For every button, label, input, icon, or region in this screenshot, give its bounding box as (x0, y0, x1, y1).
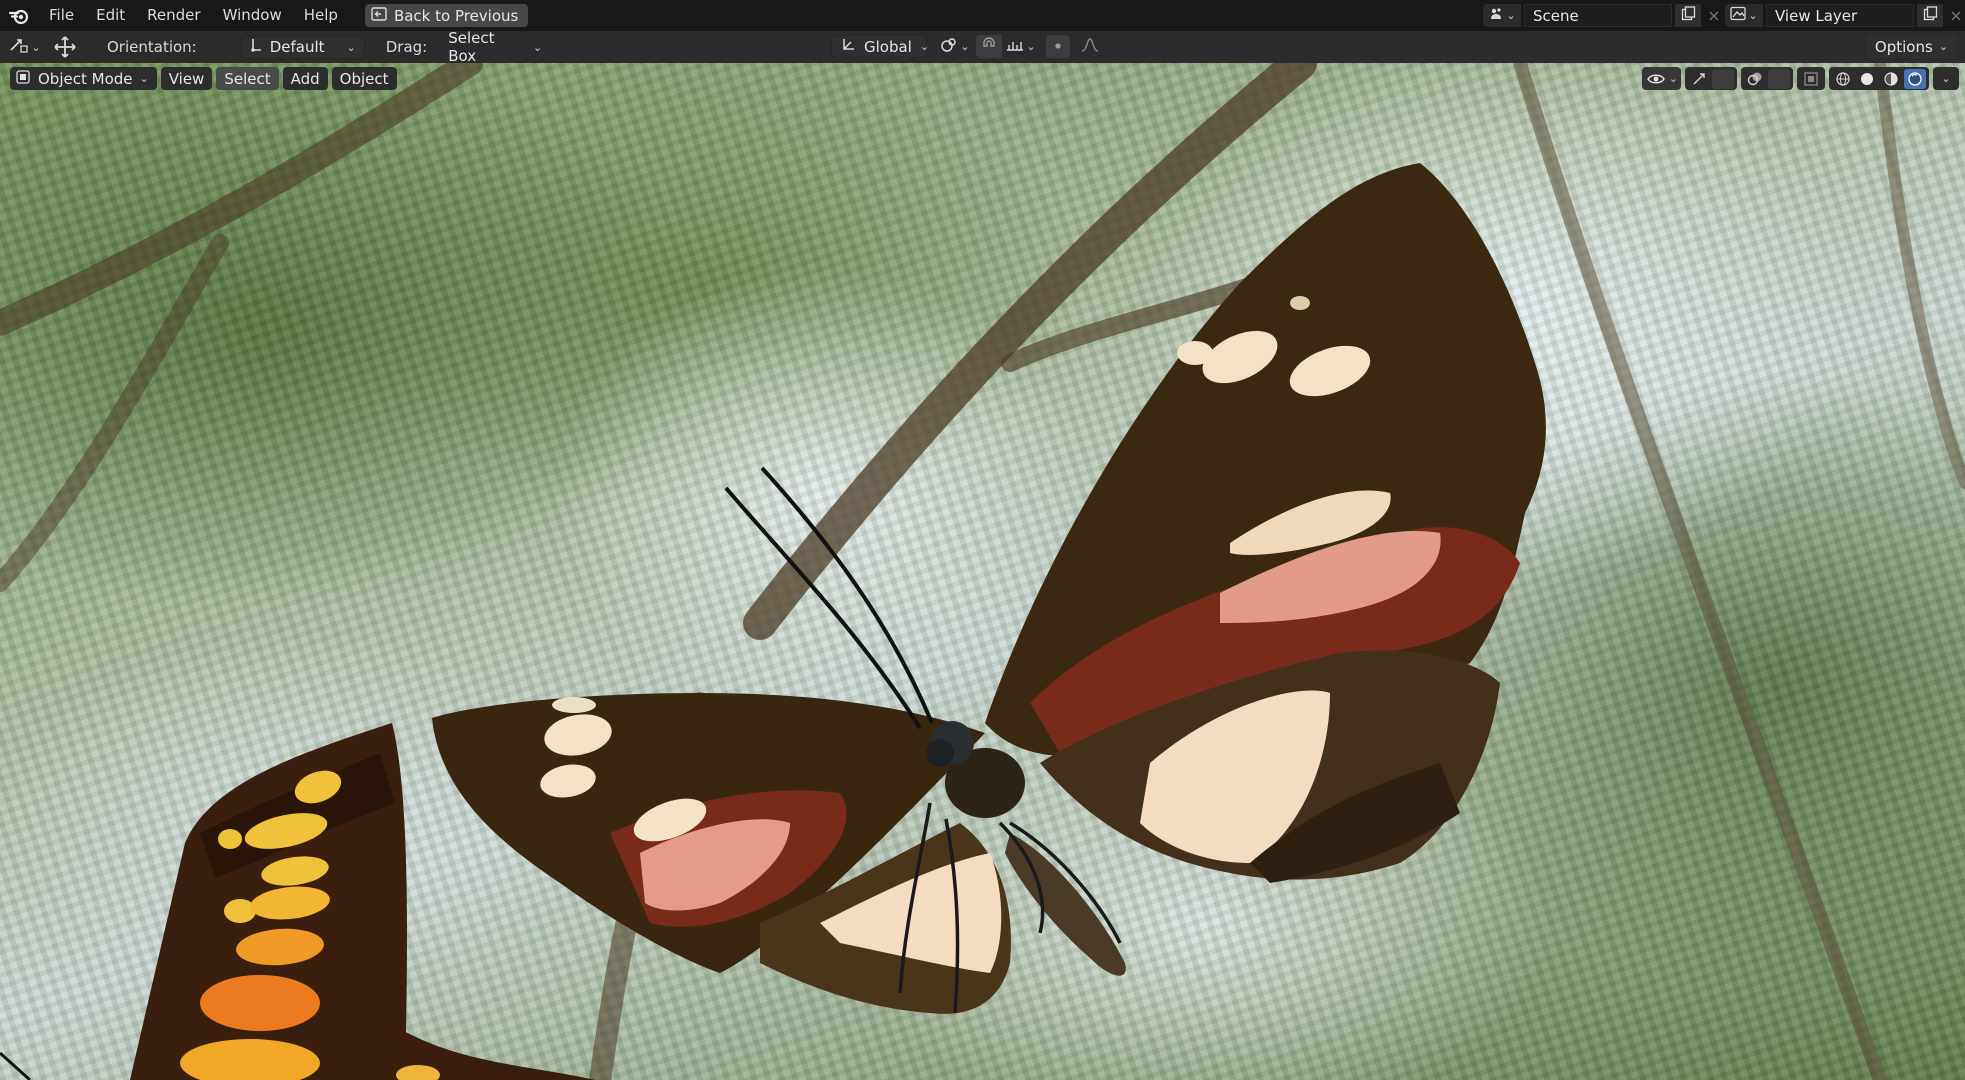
orientation-dropdown[interactable]: Default ⌄ (240, 35, 365, 59)
blender-logo-icon[interactable] (0, 0, 38, 31)
drag-label: Drag: (385, 38, 428, 56)
gizmo-toggle-group (1685, 67, 1737, 90)
pivot-point-dropdown[interactable]: ⌄ (937, 35, 973, 58)
top-bar: File Edit Render Window Help Back to Pre… (0, 0, 1965, 31)
menu-add[interactable]: Add (282, 67, 328, 90)
global-axis-icon (840, 37, 856, 57)
rendered-scene (0, 63, 1965, 1080)
viewport-header: Object Mode ⌄ View Select Add Object (10, 67, 397, 90)
move-tool-icon[interactable] (52, 36, 78, 58)
delete-view-layer-close-icon[interactable]: × (1946, 4, 1965, 27)
xray-toggle[interactable] (1797, 67, 1825, 90)
chevron-down-icon: ⌄ (1938, 40, 1948, 53)
solid-shading-icon[interactable] (1856, 69, 1878, 89)
material-preview-shading-icon[interactable] (1880, 69, 1902, 89)
back-to-previous-label: Back to Previous (393, 6, 519, 25)
chevron-down-icon: ⌄ (919, 40, 930, 53)
overlays-dropdown-icon[interactable] (1768, 68, 1790, 89)
transform-orientation-dropdown[interactable]: Global ⌄ (831, 35, 930, 58)
shading-options-dropdown[interactable]: ⌄ (1933, 67, 1959, 90)
view-layer-selector: ⌄ View Layer × (1725, 4, 1965, 27)
menu-view[interactable]: View (160, 67, 213, 90)
pivot-point-icon (940, 37, 958, 57)
proportional-falloff-dropdown[interactable] (1074, 35, 1108, 58)
chevron-down-icon: ⌄ (1026, 40, 1036, 53)
view-layer-browse-button[interactable]: ⌄ (1725, 4, 1763, 27)
menu-help[interactable]: Help (293, 0, 349, 31)
visibility-dropdown[interactable]: ⌄ (1641, 67, 1681, 90)
gizmo-dropdown-icon[interactable] (1712, 68, 1734, 89)
duplicate-icon (1681, 6, 1696, 25)
view-layer-name-field[interactable]: View Layer (1766, 4, 1914, 27)
falloff-curve-icon (1080, 37, 1102, 57)
proportional-editing-toggle[interactable] (1046, 35, 1070, 58)
xray-icon (1800, 69, 1822, 89)
object-mode-icon (15, 69, 31, 89)
snap-toggle[interactable] (976, 35, 1002, 58)
wireframe-shading-icon[interactable] (1832, 69, 1854, 89)
back-screen-icon (371, 6, 387, 25)
menu-window[interactable]: Window (212, 0, 293, 31)
drag-dropdown[interactable]: Select Box ⌄ (439, 29, 552, 65)
chevron-down-icon: ⌄ (1748, 9, 1758, 22)
chevron-down-icon: ⌄ (31, 40, 41, 54)
brown-butterfly (432, 163, 1546, 1014)
rendered-shading-icon[interactable] (1904, 68, 1926, 89)
overlays-icon[interactable] (1744, 69, 1766, 89)
chevron-down-icon: ⌄ (1506, 9, 1516, 22)
transform-orientation-value: Global (864, 37, 912, 56)
overlay-toggle-group (1741, 67, 1793, 90)
eye-icon (1645, 69, 1667, 89)
snap-target-dropdown[interactable]: ⌄ (1003, 35, 1039, 58)
orientation-value: Default (269, 38, 325, 56)
new-view-layer-button[interactable] (1917, 4, 1943, 27)
snap-increment-icon (1006, 38, 1024, 56)
scene-icon (1488, 6, 1504, 26)
new-scene-button[interactable] (1675, 4, 1701, 27)
tool-select-dropdown[interactable]: ⌄ (0, 36, 50, 58)
shading-mode-group (1829, 67, 1929, 90)
3d-viewport[interactable]: Object Mode ⌄ View Select Add Object ⌄ ⌄ (0, 63, 1965, 1080)
options-dropdown[interactable]: Options ⌄ (1865, 35, 1957, 58)
drag-value: Select Box (448, 29, 495, 65)
chevron-down-icon: ⌄ (1668, 72, 1678, 85)
scene-selector: ⌄ Scene × (1483, 4, 1724, 27)
menu-select[interactable]: Select (216, 67, 279, 90)
scene-browse-button[interactable]: ⌄ (1483, 4, 1521, 27)
orientation-label: Orientation: (107, 38, 197, 56)
tweak-tool-icon (9, 36, 29, 58)
delete-scene-close-icon[interactable]: × (1704, 4, 1724, 27)
gizmo-icon[interactable] (1688, 69, 1710, 89)
back-to-previous-button[interactable]: Back to Previous (364, 4, 529, 27)
options-label: Options (1874, 37, 1933, 56)
duplicate-icon (1923, 6, 1938, 25)
object-mode-label: Object Mode (38, 69, 133, 88)
chevron-down-icon: ⌄ (1941, 72, 1951, 85)
magnet-icon (981, 36, 997, 57)
menu-object[interactable]: Object (331, 67, 397, 90)
viewport-shading-controls: ⌄ ⌄ (1641, 67, 1959, 90)
scene-name-field[interactable]: Scene (1524, 4, 1672, 27)
menu-render[interactable]: Render (136, 0, 211, 31)
image-layer-icon (1730, 6, 1747, 25)
chevron-down-icon: ⌄ (346, 40, 356, 54)
tool-header: ⌄ Orientation: Default ⌄ Drag: Select Bo… (0, 29, 1965, 65)
chevron-down-icon: ⌄ (533, 40, 543, 54)
orientation-axis-icon (250, 37, 262, 57)
object-mode-dropdown[interactable]: Object Mode ⌄ (10, 67, 157, 90)
proportional-edit-dot-icon (1052, 38, 1064, 56)
chevron-down-icon: ⌄ (960, 40, 970, 53)
chevron-down-icon: ⌄ (139, 72, 149, 85)
menu-file[interactable]: File (38, 0, 85, 31)
menu-edit[interactable]: Edit (85, 0, 136, 31)
